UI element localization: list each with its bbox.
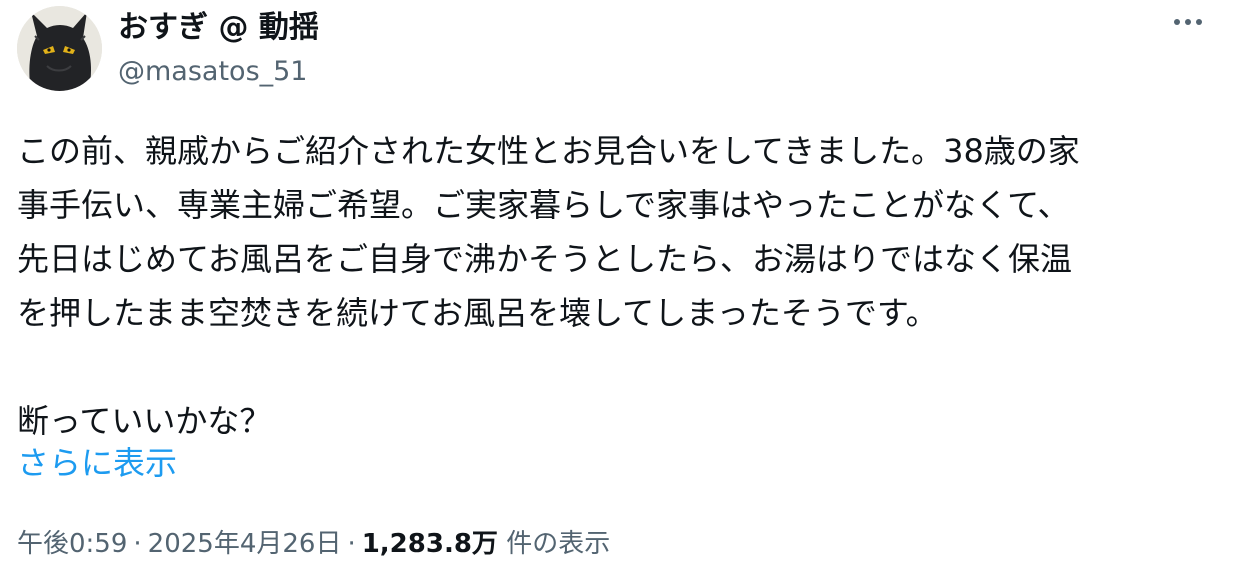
tweet-card: おすぎ @ 動揺 @masatos_51 この前、親戚からご紹介された女性とお見… [0,0,1234,573]
tweet-date[interactable]: 2025年4月26日 [148,529,342,559]
tweet-header: おすぎ @ 動揺 @masatos_51 [17,6,1217,94]
show-more-link[interactable]: さらに表示 [17,436,177,490]
author-handle[interactable]: @masatos_51 [118,54,308,90]
more-options-button[interactable] [1168,8,1208,36]
tweet-time[interactable]: 午後0:59 [17,529,127,559]
author-display-name[interactable]: おすぎ @ 動揺 [118,8,319,48]
more-options-icon [1174,19,1202,25]
views-count: 1,283.8万 [361,529,498,559]
avatar[interactable] [17,6,102,91]
tweet-text: この前、親戚からご紹介された女性とお見合いをしてきました。38歳の家 事手伝い、… [17,132,1080,440]
meta-separator: · [133,529,142,559]
views-label: 件の表示 [506,529,611,559]
black-cat-icon [17,6,102,91]
tweet-meta: 午後0:59 · 2025年4月26日 · 1,283.8万 件の表示 [17,524,610,564]
meta-separator: · [347,529,356,559]
